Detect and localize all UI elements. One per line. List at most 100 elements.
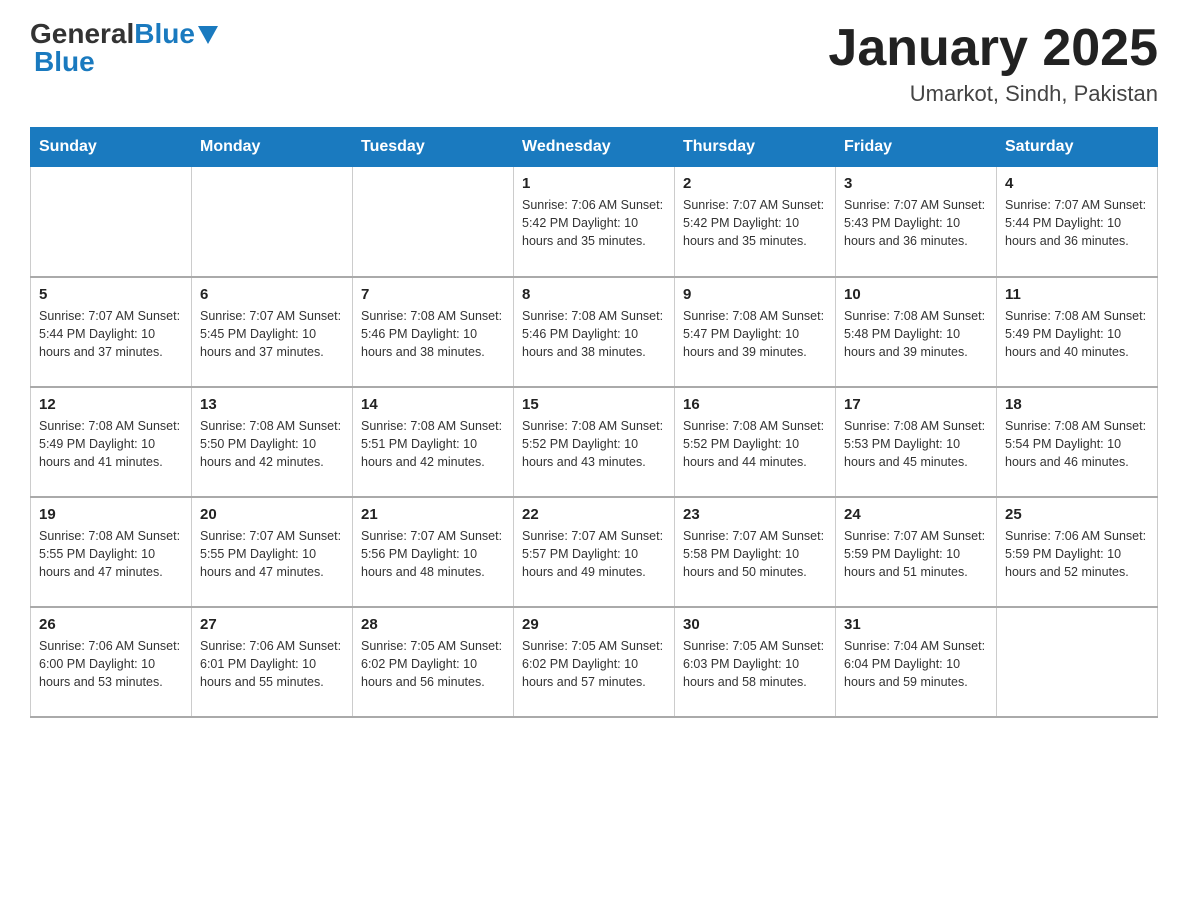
logo: General Blue Blue bbox=[30, 20, 218, 76]
day-number: 11 bbox=[1005, 286, 1149, 303]
column-header-friday: Friday bbox=[836, 128, 997, 167]
day-info: Sunrise: 7:06 AM Sunset: 6:01 PM Dayligh… bbox=[200, 637, 344, 691]
calendar-cell: 12 Sunrise: 7:08 AM Sunset: 5:49 PM Dayli… bbox=[31, 387, 192, 497]
day-info: Sunrise: 7:05 AM Sunset: 6:03 PM Dayligh… bbox=[683, 637, 827, 691]
day-number: 13 bbox=[200, 396, 344, 413]
day-info: Sunrise: 7:07 AM Sunset: 5:44 PM Dayligh… bbox=[39, 307, 183, 361]
calendar-cell: 23Sunrise: 7:07 AM Sunset: 5:58 PM Dayli… bbox=[675, 497, 836, 607]
day-number: 4 bbox=[1005, 175, 1149, 192]
day-info: Sunrise: 7:08 AM Sunset: 5:50 PM Dayligh… bbox=[200, 417, 344, 471]
day-number: 19 bbox=[39, 506, 183, 523]
calendar-week-row: 19 Sunrise: 7:08 AM Sunset: 5:55 PM Dayli… bbox=[31, 497, 1158, 607]
day-info: Sunrise: 7:07 AM Sunset: 5:43 PM Dayligh… bbox=[844, 196, 988, 250]
day-info: Sunrise: 7:08 AM Sunset: 5:52 PM Dayligh… bbox=[522, 417, 666, 471]
day-number: 17 bbox=[844, 396, 988, 413]
day-number: 28 bbox=[361, 616, 505, 633]
calendar-cell: 20Sunrise: 7:07 AM Sunset: 5:55 PM Dayli… bbox=[192, 497, 353, 607]
column-header-thursday: Thursday bbox=[675, 128, 836, 167]
day-number: 7 bbox=[361, 286, 505, 303]
day-number: 12 bbox=[39, 396, 183, 413]
day-number: 24 bbox=[844, 506, 988, 523]
calendar-cell: 21Sunrise: 7:07 AM Sunset: 5:56 PM Dayli… bbox=[353, 497, 514, 607]
calendar-subtitle: Umarkot, Sindh, Pakistan bbox=[828, 81, 1158, 107]
calendar-cell: 10 Sunrise: 7:08 AM Sunset: 5:48 PM Dayli… bbox=[836, 277, 997, 387]
day-info: Sunrise: 7:08 AM Sunset: 5:51 PM Dayligh… bbox=[361, 417, 505, 471]
day-number: 25 bbox=[1005, 506, 1149, 523]
calendar-cell: 7 Sunrise: 7:08 AM Sunset: 5:46 PM Daylig… bbox=[353, 277, 514, 387]
day-info: Sunrise: 7:08 AM Sunset: 5:47 PM Dayligh… bbox=[683, 307, 827, 361]
day-number: 31 bbox=[844, 616, 988, 633]
logo-blue-text: Blue bbox=[134, 20, 195, 48]
day-number: 1 bbox=[522, 175, 666, 192]
calendar-cell: 5 Sunrise: 7:07 AM Sunset: 5:44 PM Daylig… bbox=[31, 277, 192, 387]
day-number: 22 bbox=[522, 506, 666, 523]
day-info: Sunrise: 7:07 AM Sunset: 5:45 PM Dayligh… bbox=[200, 307, 344, 361]
calendar-cell: 11 Sunrise: 7:08 AM Sunset: 5:49 PM Dayli… bbox=[997, 277, 1158, 387]
logo-triangle-icon bbox=[198, 26, 218, 44]
day-number: 10 bbox=[844, 286, 988, 303]
calendar-cell bbox=[353, 167, 514, 277]
calendar-cell: 3 Sunrise: 7:07 AM Sunset: 5:43 PM Daylig… bbox=[836, 167, 997, 277]
calendar-cell: 19 Sunrise: 7:08 AM Sunset: 5:55 PM Dayli… bbox=[31, 497, 192, 607]
day-info: Sunrise: 7:07 AM Sunset: 5:42 PM Dayligh… bbox=[683, 196, 827, 250]
calendar-cell: 2Sunrise: 7:07 AM Sunset: 5:42 PM Daylig… bbox=[675, 167, 836, 277]
calendar-week-row: 1 Sunrise: 7:06 AM Sunset: 5:42 PM Daylig… bbox=[31, 167, 1158, 277]
day-info: Sunrise: 7:05 AM Sunset: 6:02 PM Dayligh… bbox=[361, 637, 505, 691]
column-header-saturday: Saturday bbox=[997, 128, 1158, 167]
day-info: Sunrise: 7:07 AM Sunset: 5:44 PM Dayligh… bbox=[1005, 196, 1149, 250]
day-info: Sunrise: 7:06 AM Sunset: 6:00 PM Dayligh… bbox=[39, 637, 183, 691]
calendar-cell: 13 Sunrise: 7:08 AM Sunset: 5:50 PM Dayli… bbox=[192, 387, 353, 497]
calendar-cell: 4 Sunrise: 7:07 AM Sunset: 5:44 PM Daylig… bbox=[997, 167, 1158, 277]
calendar-cell: 31 Sunrise: 7:04 AM Sunset: 6:04 PM Dayli… bbox=[836, 607, 997, 717]
calendar-cell: 29 Sunrise: 7:05 AM Sunset: 6:02 PM Dayli… bbox=[514, 607, 675, 717]
calendar-cell: 6 Sunrise: 7:07 AM Sunset: 5:45 PM Daylig… bbox=[192, 277, 353, 387]
calendar-cell: 8 Sunrise: 7:08 AM Sunset: 5:46 PM Daylig… bbox=[514, 277, 675, 387]
day-info: Sunrise: 7:07 AM Sunset: 5:56 PM Dayligh… bbox=[361, 527, 505, 581]
day-info: Sunrise: 7:08 AM Sunset: 5:55 PM Dayligh… bbox=[39, 527, 183, 581]
day-number: 29 bbox=[522, 616, 666, 633]
calendar-week-row: 5 Sunrise: 7:07 AM Sunset: 5:44 PM Daylig… bbox=[31, 277, 1158, 387]
column-header-sunday: Sunday bbox=[31, 128, 192, 167]
calendar-week-row: 26 Sunrise: 7:06 AM Sunset: 6:00 PM Dayli… bbox=[31, 607, 1158, 717]
day-info: Sunrise: 7:07 AM Sunset: 5:57 PM Dayligh… bbox=[522, 527, 666, 581]
day-number: 3 bbox=[844, 175, 988, 192]
day-number: 5 bbox=[39, 286, 183, 303]
calendar-header-row: SundayMondayTuesdayWednesdayThursdayFrid… bbox=[31, 128, 1158, 167]
calendar-cell: 17 Sunrise: 7:08 AM Sunset: 5:53 PM Dayli… bbox=[836, 387, 997, 497]
day-info: Sunrise: 7:08 AM Sunset: 5:54 PM Dayligh… bbox=[1005, 417, 1149, 471]
calendar-cell: 28 Sunrise: 7:05 AM Sunset: 6:02 PM Dayli… bbox=[353, 607, 514, 717]
logo-blue-word: Blue bbox=[32, 46, 95, 77]
calendar-cell: 26 Sunrise: 7:06 AM Sunset: 6:00 PM Dayli… bbox=[31, 607, 192, 717]
day-info: Sunrise: 7:08 AM Sunset: 5:46 PM Dayligh… bbox=[361, 307, 505, 361]
calendar-cell: 16 Sunrise: 7:08 AM Sunset: 5:52 PM Dayli… bbox=[675, 387, 836, 497]
calendar-cell: 25Sunrise: 7:06 AM Sunset: 5:59 PM Dayli… bbox=[997, 497, 1158, 607]
day-info: Sunrise: 7:05 AM Sunset: 6:02 PM Dayligh… bbox=[522, 637, 666, 691]
day-number: 6 bbox=[200, 286, 344, 303]
calendar-cell bbox=[31, 167, 192, 277]
calendar-cell: 24Sunrise: 7:07 AM Sunset: 5:59 PM Dayli… bbox=[836, 497, 997, 607]
calendar-cell: 30 Sunrise: 7:05 AM Sunset: 6:03 PM Dayli… bbox=[675, 607, 836, 717]
column-header-monday: Monday bbox=[192, 128, 353, 167]
day-number: 23 bbox=[683, 506, 827, 523]
day-info: Sunrise: 7:08 AM Sunset: 5:46 PM Dayligh… bbox=[522, 307, 666, 361]
calendar-cell: 14 Sunrise: 7:08 AM Sunset: 5:51 PM Dayli… bbox=[353, 387, 514, 497]
day-number: 30 bbox=[683, 616, 827, 633]
day-number: 8 bbox=[522, 286, 666, 303]
day-number: 9 bbox=[683, 286, 827, 303]
column-header-wednesday: Wednesday bbox=[514, 128, 675, 167]
day-info: Sunrise: 7:08 AM Sunset: 5:49 PM Dayligh… bbox=[1005, 307, 1149, 361]
calendar-cell: 18Sunrise: 7:08 AM Sunset: 5:54 PM Dayli… bbox=[997, 387, 1158, 497]
day-info: Sunrise: 7:08 AM Sunset: 5:48 PM Dayligh… bbox=[844, 307, 988, 361]
day-info: Sunrise: 7:08 AM Sunset: 5:52 PM Dayligh… bbox=[683, 417, 827, 471]
calendar-cell: 9 Sunrise: 7:08 AM Sunset: 5:47 PM Daylig… bbox=[675, 277, 836, 387]
day-number: 26 bbox=[39, 616, 183, 633]
day-info: Sunrise: 7:08 AM Sunset: 5:53 PM Dayligh… bbox=[844, 417, 988, 471]
day-info: Sunrise: 7:04 AM Sunset: 6:04 PM Dayligh… bbox=[844, 637, 988, 691]
calendar-cell: 1 Sunrise: 7:06 AM Sunset: 5:42 PM Daylig… bbox=[514, 167, 675, 277]
day-info: Sunrise: 7:06 AM Sunset: 5:42 PM Dayligh… bbox=[522, 196, 666, 250]
calendar-title: January 2025 bbox=[828, 20, 1158, 77]
day-number: 16 bbox=[683, 396, 827, 413]
day-number: 14 bbox=[361, 396, 505, 413]
day-info: Sunrise: 7:08 AM Sunset: 5:49 PM Dayligh… bbox=[39, 417, 183, 471]
calendar-cell: 15Sunrise: 7:08 AM Sunset: 5:52 PM Dayli… bbox=[514, 387, 675, 497]
